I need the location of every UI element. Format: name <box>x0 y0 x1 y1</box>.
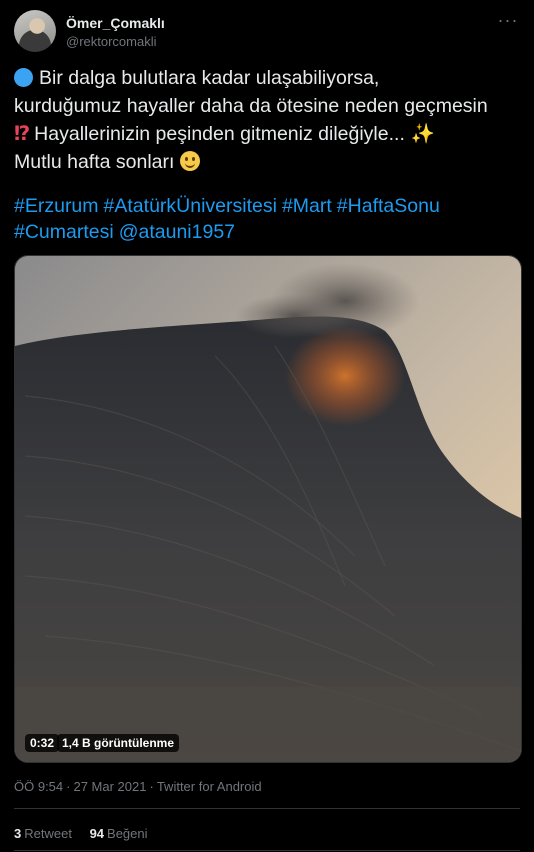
tweet-line-2: kurduğumuz hayaller daha da ötesine nede… <box>14 95 488 117</box>
tweet-line-1-text: Bir dalga bulutlara kadar ulaşabiliyorsa… <box>39 67 380 89</box>
hashtag-link[interactable]: #Mart <box>282 195 332 217</box>
mention-link[interactable]: @atauni1957 <box>119 221 235 243</box>
avatar[interactable] <box>14 10 56 52</box>
tweet-time[interactable]: ÖÖ 9:54 <box>14 779 63 794</box>
hashtags: #Erzurum #AtatürkÜniversitesi #Mart #HaftaS… <box>14 193 524 245</box>
tweet-date[interactable]: 27 Mar 2021 <box>73 779 146 794</box>
smiling-face-icon <box>180 151 201 171</box>
tweet-line-3-text: Hayallerinizin peşinden gitmeniz dileğiy… <box>34 123 405 145</box>
likes-label: Beğeni <box>107 826 148 841</box>
tweet-header: Ömer_Çomaklı @rektorcomakli ··· <box>14 10 520 56</box>
sparkles-icon: ✨ <box>410 123 436 145</box>
tweet-stats: 3 Retweet 94 Beğeni <box>14 826 162 841</box>
tweet-source[interactable]: Twitter for Android <box>157 779 262 794</box>
more-dots-icon[interactable]: ··· <box>496 11 520 37</box>
tweet-line-4: Mutlu hafta sonları <box>14 148 524 176</box>
divider <box>14 808 520 809</box>
tweet-line-4-text: Mutlu hafta sonları <box>14 151 175 173</box>
tweet-text: Bir dalga bulutlara kadar ulaşabiliyorsa… <box>14 64 524 176</box>
video-views-badge: 1,4 B görüntülenme <box>57 734 180 752</box>
display-name[interactable]: Ömer_Çomaklı <box>66 15 165 31</box>
hashtag-link[interactable]: #AtatürkÜniversitesi <box>104 195 277 217</box>
exclamation-question-icon: ⁉ <box>14 123 31 145</box>
hashtag-row-2: #Cumartesi @atauni1957 <box>14 219 524 245</box>
tweet-meta: ÖÖ 9:54 · 27 Mar 2021 · Twitter for Android <box>14 779 262 794</box>
blue-circle-icon <box>14 68 33 87</box>
meta-separator: · <box>149 779 154 794</box>
retweets-count: 3 <box>14 826 22 841</box>
divider <box>14 850 520 851</box>
video-player[interactable]: 0:32 1,4 B görüntülenme <box>14 255 522 763</box>
hashtag-link[interactable]: #Erzurum <box>14 195 99 217</box>
likes-count: 94 <box>89 826 105 841</box>
tweet-line-1: Bir dalga bulutlara kadar ulaşabiliyorsa… <box>14 64 524 92</box>
wave-video-frame <box>15 256 521 762</box>
meta-separator: · <box>66 779 71 794</box>
tweet-line-3: ⁉ Hayallerinizin peşinden gitmeniz dileği… <box>14 120 524 148</box>
retweets-stat[interactable]: 3 Retweet <box>14 826 72 841</box>
video-duration-badge: 0:32 <box>25 734 60 752</box>
hashtag-link[interactable]: #HaftaSonu <box>337 195 440 217</box>
likes-stat[interactable]: 94 Beğeni <box>90 826 148 841</box>
hashtag-link[interactable]: #Cumartesi <box>14 221 114 243</box>
retweets-label: Retweet <box>24 826 72 841</box>
hashtag-row-1: #Erzurum #AtatürkÜniversitesi #Mart #HaftaS… <box>14 193 524 219</box>
user-handle[interactable]: @rektorcomakli <box>66 34 157 49</box>
